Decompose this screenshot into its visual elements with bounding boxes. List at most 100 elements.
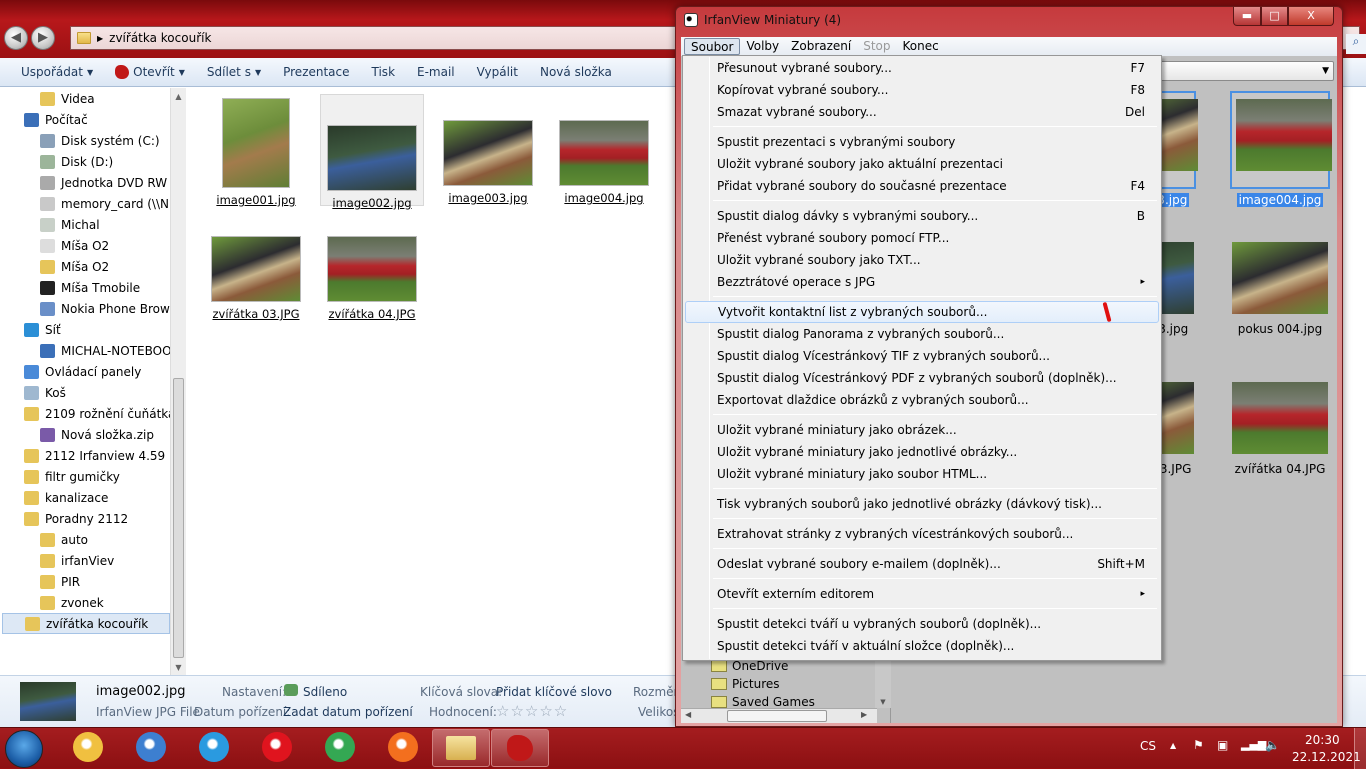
firefox-icon[interactable] xyxy=(388,732,418,762)
scroll-down-icon[interactable]: ▼ xyxy=(875,698,891,706)
tree-item[interactable]: Saved Games xyxy=(711,695,815,709)
menu-item[interactable]: Přesunout vybrané soubory... F7 xyxy=(685,57,1159,79)
toolbar-button-e-mail[interactable]: E-mail xyxy=(406,65,466,79)
menu-item[interactable]: Uložit vybrané soubory jako aktuální pre… xyxy=(685,153,1159,175)
settings-value[interactable]: Sdíleno xyxy=(303,685,347,699)
menu-item[interactable]: Spustit dialog Vícestránkový TIF z vybra… xyxy=(685,345,1159,367)
menu-item[interactable]: Kopírovat vybrané soubory... F8 xyxy=(685,79,1159,101)
clock-date[interactable]: 22.12.2021 xyxy=(1292,750,1361,764)
sidebar-item[interactable]: irfanViev xyxy=(40,550,114,571)
tree-item[interactable]: OneDrive xyxy=(711,659,788,673)
menu-konec[interactable]: Konec xyxy=(897,38,945,55)
toolbar-button-tisk[interactable]: Tisk xyxy=(361,65,407,79)
date-value[interactable]: Zadat datum pořízení xyxy=(283,705,413,719)
internet-explorer-icon[interactable] xyxy=(199,732,229,762)
minimize-button[interactable]: ▬ xyxy=(1233,7,1261,26)
sidebar-item[interactable]: Míša Tmobile xyxy=(40,277,140,298)
menu-item[interactable]: Otevřít externím editorem ▸ xyxy=(685,583,1159,605)
menu-item[interactable]: Spustit dialog dávky s vybranými soubory… xyxy=(685,205,1159,227)
scrollbar-thumb[interactable] xyxy=(173,378,184,658)
tree-item[interactable]: Pictures xyxy=(711,677,780,691)
sidebar-item[interactable]: auto xyxy=(40,529,88,550)
folder-combobox[interactable]: ▼ xyxy=(1159,61,1334,81)
sidebar-item[interactable]: zvířátka kocouřík xyxy=(2,613,170,634)
scrollbar-thumb[interactable] xyxy=(727,710,827,722)
irfanview-thumbnail[interactable]: zvířátka 04.JPG xyxy=(1230,376,1330,476)
rating-stars[interactable]: ☆☆☆☆☆ xyxy=(496,702,568,720)
tree-vertical-scrollbar[interactable]: ▼ xyxy=(875,656,891,708)
sidebar-item[interactable]: Poradny 2112 xyxy=(24,508,128,529)
menu-item[interactable]: Uložit vybrané soubory jako TXT... xyxy=(685,249,1159,271)
menu-item[interactable]: Spustit dialog Panorama z vybraných soub… xyxy=(685,323,1159,345)
menu-item[interactable]: Exportovat dlaždice obrázků z vybraných … xyxy=(685,389,1159,411)
sidebar-item[interactable]: Jednotka DVD RW (E xyxy=(40,172,183,193)
menu-item[interactable]: Extrahovat stránky z vybraných vícestrán… xyxy=(685,523,1159,545)
menu-item[interactable]: Uložit vybrané miniatury jako jednotlivé… xyxy=(685,441,1159,463)
menu-item[interactable]: Uložit vybrané miniatury jako soubor HTM… xyxy=(685,463,1159,485)
action-center-flag-icon[interactable]: ⚑ xyxy=(1193,738,1204,752)
scroll-left-icon[interactable]: ◀ xyxy=(685,710,691,719)
menu-volby[interactable]: Volby xyxy=(740,38,785,55)
taskbar-irfanview-button[interactable] xyxy=(491,729,549,767)
toolbar-button-uspořádat[interactable]: Uspořádat ▼ xyxy=(10,65,104,79)
irfanview-thumbnail[interactable]: image004.jpg xyxy=(1230,91,1332,207)
show-desktop-button[interactable] xyxy=(1354,728,1366,769)
language-indicator[interactable]: CS xyxy=(1140,739,1156,753)
navigation-scrollbar[interactable]: ▲ ▼ xyxy=(170,88,186,675)
file-thumbnail[interactable]: image003.jpg xyxy=(436,94,540,206)
thunderbird-icon[interactable] xyxy=(136,732,166,762)
irfanview-thumbnail[interactable]: pokus 004.jpg xyxy=(1230,236,1330,336)
menu-item[interactable]: Přidat vybrané soubory do současné preze… xyxy=(685,175,1159,197)
show-hidden-icons-button[interactable]: ▲ xyxy=(1170,741,1176,750)
close-button[interactable]: X xyxy=(1288,7,1334,26)
sidebar-item[interactable]: Disk systém (C:) xyxy=(40,130,160,151)
file-thumbnail[interactable]: zvířátka 03.JPG xyxy=(204,210,308,322)
breadcrumb[interactable]: zvířátka kocouřík xyxy=(109,31,211,45)
sidebar-item[interactable]: Disk (D:) xyxy=(40,151,113,172)
file-thumbnail[interactable]: zvířátka 04.JPG xyxy=(320,210,424,322)
sidebar-item[interactable]: 2112 Irfanview 4.59 xyxy=(24,445,165,466)
menu-item[interactable]: Spustit dialog Vícestránkový PDF z vybra… xyxy=(685,367,1159,389)
file-thumbnail[interactable]: image001.jpg xyxy=(204,94,308,207)
file-thumbnail[interactable]: image002.jpg xyxy=(320,94,424,210)
clock-time[interactable]: 20:30 xyxy=(1305,733,1340,747)
sidebar-item[interactable]: Koš xyxy=(24,382,66,403)
sidebar-item[interactable]: zvonek xyxy=(40,592,104,613)
menu-item[interactable]: Smazat vybrané soubory... Del xyxy=(685,101,1159,123)
sidebar-item[interactable]: Nokia Phone Browse xyxy=(40,298,183,319)
menu-item[interactable]: Odeslat vybrané soubory e-mailem (doplně… xyxy=(685,553,1159,575)
start-button[interactable] xyxy=(5,730,43,768)
menu-item[interactable]: Přenést vybrané soubory pomocí FTP... xyxy=(685,227,1159,249)
taskbar-explorer-button[interactable] xyxy=(432,729,490,767)
sidebar-item[interactable]: MICHAL-NOTEBOO xyxy=(40,340,172,361)
title-bar[interactable]: IrfanView Miniatury (4) xyxy=(684,13,841,27)
outlook-icon[interactable] xyxy=(73,732,103,762)
sidebar-item[interactable]: Míša O2 xyxy=(40,256,109,277)
maximize-button[interactable]: □ xyxy=(1261,7,1288,26)
breadcrumb-arrow-icon[interactable]: ▶ xyxy=(97,34,103,43)
scroll-down-icon[interactable]: ▼ xyxy=(171,663,186,672)
sidebar-item[interactable]: Počítač xyxy=(24,109,88,130)
toolbar-button-sdílet-s[interactable]: Sdílet s ▼ xyxy=(196,65,272,79)
menu-item[interactable]: Tisk vybraných souborů jako jednotlivé o… xyxy=(685,493,1159,515)
toolbar-button-nová-složka[interactable]: Nová složka xyxy=(529,65,623,79)
menu-soubor[interactable]: Soubor xyxy=(684,38,741,55)
sidebar-item[interactable]: Michal xyxy=(40,214,100,235)
power-plug-icon[interactable]: ▣ xyxy=(1217,738,1228,752)
toolbar-button-otevřít[interactable]: Otevřít ▼ xyxy=(104,65,196,79)
menu-item[interactable]: Spustit detekci tváří u vybraných soubor… xyxy=(685,613,1159,635)
sidebar-item[interactable]: Síť xyxy=(24,319,61,340)
opera-icon[interactable] xyxy=(262,732,292,762)
toolbar-button-prezentace[interactable]: Prezentace xyxy=(272,65,360,79)
sidebar-item[interactable]: Nová složka.zip xyxy=(40,424,154,445)
sidebar-item[interactable]: Míša O2 xyxy=(40,235,109,256)
menu-item[interactable]: Vytvořit kontaktní list z vybraných soub… xyxy=(685,301,1159,323)
forward-button[interactable]: ▶ xyxy=(31,26,55,50)
keywords-value[interactable]: Přidat klíčové slovo xyxy=(496,685,612,699)
sidebar-item[interactable]: kanalizace xyxy=(24,487,108,508)
menu-item[interactable]: Spustit prezentaci s vybranými soubory xyxy=(685,131,1159,153)
sidebar-item[interactable]: PIR xyxy=(40,571,80,592)
menu-item[interactable]: Spustit detekci tváří v aktuální složce … xyxy=(685,635,1159,657)
chrome-icon[interactable] xyxy=(325,732,355,762)
scroll-right-icon[interactable]: ▶ xyxy=(861,710,867,719)
